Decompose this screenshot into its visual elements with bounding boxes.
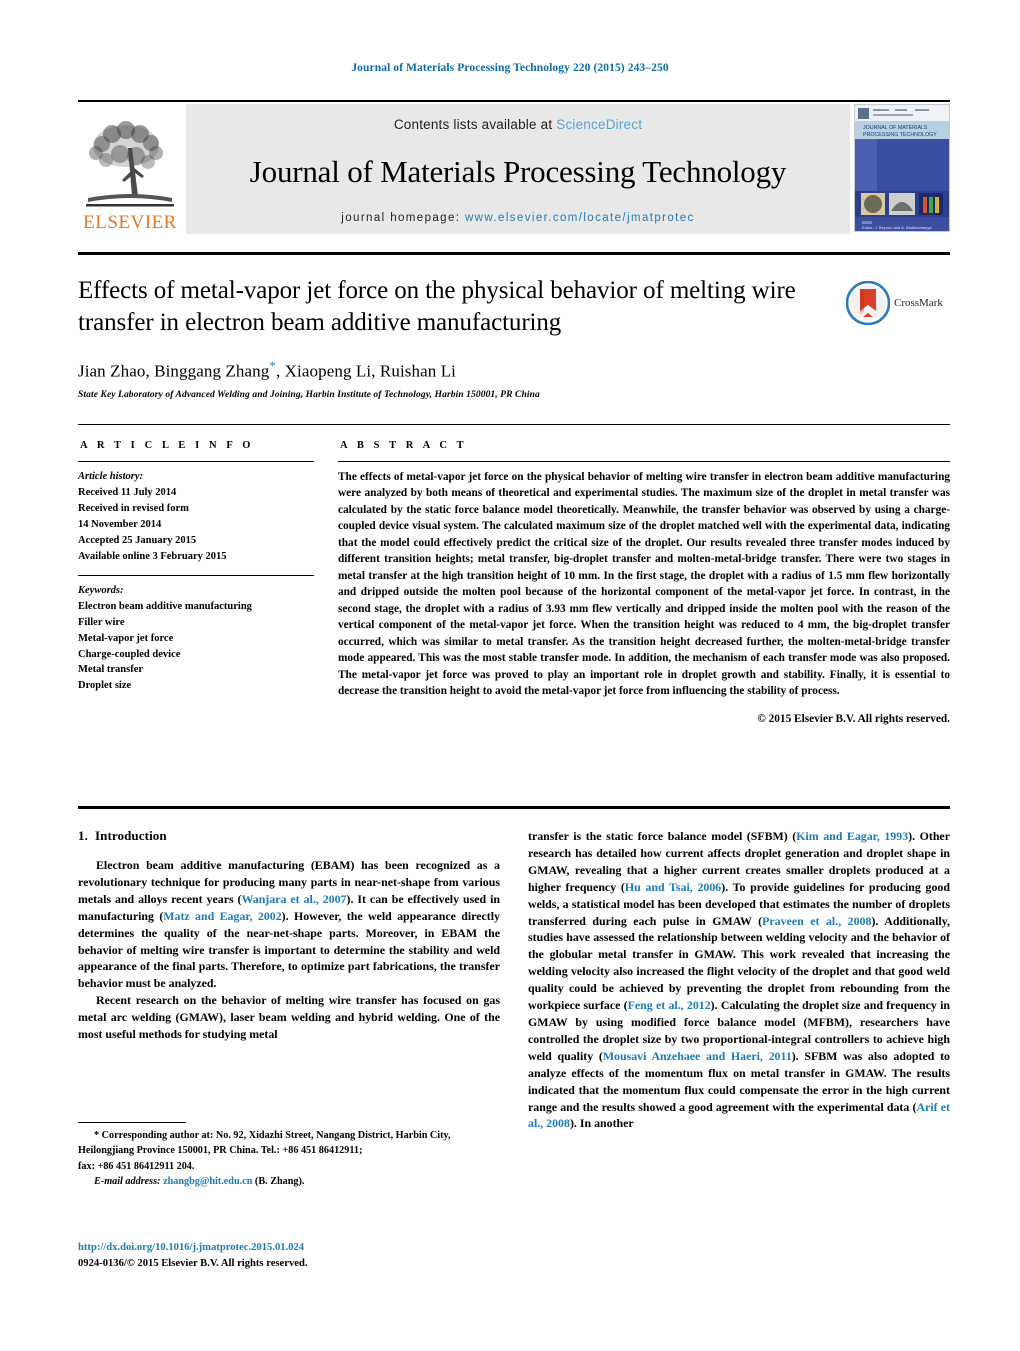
abstract-rule: [338, 461, 950, 462]
keyword-item: Metal-vapor jet force: [78, 632, 174, 644]
article-info-heading: A R T I C L E I N F O: [80, 440, 255, 451]
citation-link[interactable]: Feng et al., 2012: [628, 998, 711, 1012]
homepage-url-link[interactable]: www.elsevier.com/locate/jmatprotec: [465, 212, 695, 224]
contents-available-line: Contents lists available at ScienceDirec…: [394, 117, 642, 132]
body-left-column: 1. Introduction Electron beam additive ma…: [78, 828, 500, 1132]
crossmark-badge[interactable]: CrossMark: [846, 281, 950, 325]
column-gap: [314, 440, 338, 725]
citation-link[interactable]: Wanjara et al., 2007: [242, 892, 347, 906]
contents-prefix: Contents lists available at: [393, 117, 557, 132]
abstract-heading: A B S T R A C T: [340, 440, 468, 451]
section-number: 1.: [78, 828, 88, 843]
journal-homepage-line: journal homepage: www.elsevier.com/locat…: [341, 212, 694, 224]
doi-link[interactable]: http://dx.doi.org/10.1016/j.jmatprotec.2…: [78, 1240, 548, 1256]
body-right-column: transfer is the static force balance mod…: [528, 828, 950, 1132]
info-top-rule: [78, 424, 950, 425]
issn-copyright-line: 0924-0136/© 2015 Elsevier B.V. All right…: [78, 1258, 308, 1270]
abstract-column: A B S T R A C T The effects of metal-vap…: [338, 440, 950, 725]
keywords-label: Keywords:: [78, 584, 124, 596]
abstract-text: The effects of metal-vapor jet force on …: [338, 471, 950, 698]
history-item: Available online 3 February 2015: [78, 550, 227, 562]
author-list: Jian Zhao, Binggang Zhang*, Xiaopeng Li,…: [78, 358, 950, 382]
page-title: Effects of metal-vapor jet force on the …: [78, 277, 796, 336]
title-block: Effects of metal-vapor jet force on the …: [78, 275, 950, 400]
history-item: 14 November 2014: [78, 518, 162, 530]
abstract-copyright: © 2015 Elsevier B.V. All rights reserved…: [757, 712, 950, 725]
keyword-item: Charge-coupled device: [78, 648, 181, 660]
journal-title: Journal of Materials Processing Technolo…: [249, 153, 787, 189]
journal-masthead: ELSEVIER Contents lists available at Sci…: [78, 100, 950, 234]
journal-cover-thumbnail: JOURNAL OF MATERIALS PROCESSING TECHNOLO…: [854, 104, 950, 232]
article-info-column: A R T I C L E I N F O Article history: R…: [78, 440, 314, 725]
citation-link[interactable]: Mousavi Anzehaee and Haeri, 2011: [603, 1049, 792, 1063]
email-author: (B. Zhang).: [254, 1175, 305, 1187]
doi-block: http://dx.doi.org/10.1016/j.jmatprotec.2…: [78, 1240, 548, 1272]
corresponding-author-footnote: * Corresponding author at: No. 92, Xidaz…: [78, 1122, 500, 1189]
citation-link[interactable]: Hu and Tsai, 2006: [625, 880, 721, 894]
running-head: Journal of Materials Processing Technolo…: [351, 62, 669, 74]
citation-link[interactable]: Praveen et al., 2008: [762, 914, 871, 928]
masthead-bottom-rule: [78, 252, 950, 255]
keywords-list: Electron beam additive manufacturing Fil…: [78, 599, 314, 695]
intro-paragraph-1: Electron beam additive manufacturing (EB…: [78, 857, 500, 992]
svg-text:PROCESSING TECHNOLOGY: PROCESSING TECHNOLOGY: [863, 132, 937, 138]
paper-page: Journal of Materials Processing Technolo…: [0, 0, 1020, 1351]
footnote-address: * Corresponding author at: No. 92, Xidaz…: [78, 1130, 451, 1157]
intro-p3-g: ). In another: [569, 1116, 634, 1131]
masthead-center-band: Contents lists available at ScienceDirec…: [186, 104, 850, 234]
authors-tail: , Xiaopeng Li, Ruishan Li: [275, 361, 456, 381]
svg-text:JOURNAL OF MATERIALS: JOURNAL OF MATERIALS: [863, 125, 928, 131]
authors-head: Jian Zhao, Binggang Zhang: [78, 361, 270, 381]
email-link[interactable]: zhangbg@hit.edu.cn: [163, 1176, 252, 1187]
keyword-item: Metal transfer: [78, 664, 144, 676]
section-title: Introduction: [94, 828, 167, 843]
cover-art-icon: JOURNAL OF MATERIALS PROCESSING TECHNOLO…: [855, 105, 949, 231]
info-abstract-area: A R T I C L E I N F O Article history: R…: [78, 440, 950, 725]
body-columns: 1. Introduction Electron beam additive ma…: [78, 828, 950, 1132]
sciencedirect-link[interactable]: ScienceDirect: [556, 117, 642, 132]
footnote-email-line: E-mail address: zhangbg@hit.edu.cn (B. Z…: [78, 1174, 500, 1189]
history-item: Accepted 25 January 2015: [78, 534, 197, 546]
article-history-label: Article history:: [78, 471, 144, 482]
article-history-list: Received 11 July 2014 Received in revise…: [78, 485, 314, 565]
elsevier-tree-icon: [86, 121, 174, 207]
corresponding-author-marker: *: [269, 358, 276, 373]
homepage-prefix: journal homepage:: [341, 212, 465, 224]
svg-text:Editor: J. Beynon and A. Bhatt: Editor: J. Beynon and A. Bhattacharyya: [862, 225, 932, 230]
affiliation: State Key Laboratory of Advanced Welding…: [78, 389, 540, 400]
intro-p3-a: transfer is the static force balance mod…: [528, 829, 797, 843]
footnote-fax: fax: +86 451 86412911 204.: [78, 1160, 195, 1172]
elsevier-logo: ELSEVIER: [78, 104, 182, 234]
crossmark-icon: [846, 281, 890, 325]
footnote-rule: [78, 1122, 186, 1123]
citation-link[interactable]: Kim and Eagar, 1993: [796, 829, 908, 843]
intro-paragraph-2: Recent research on the behavior of melti…: [78, 993, 500, 1042]
keyword-item: Electron beam additive manufacturing: [78, 600, 252, 612]
article-info-rule: [78, 461, 314, 462]
body-top-rule: [78, 806, 950, 809]
intro-paragraph-3: transfer is the static force balance mod…: [528, 828, 950, 1132]
body-column-gap: [500, 828, 528, 1132]
section-heading-introduction: 1. Introduction: [78, 828, 500, 844]
history-item: Received in revised form: [78, 502, 189, 514]
keyword-item: Filler wire: [78, 616, 125, 628]
history-item: Received 11 July 2014: [78, 486, 177, 498]
email-address-label: E-mail address:: [94, 1175, 161, 1187]
citation-link[interactable]: Matz and Eagar, 2002: [163, 909, 281, 923]
crossmark-label: CrossMark: [894, 297, 943, 309]
elsevier-wordmark: ELSEVIER: [83, 212, 177, 233]
keyword-item: Droplet size: [78, 680, 132, 692]
keywords-rule: [78, 574, 314, 576]
